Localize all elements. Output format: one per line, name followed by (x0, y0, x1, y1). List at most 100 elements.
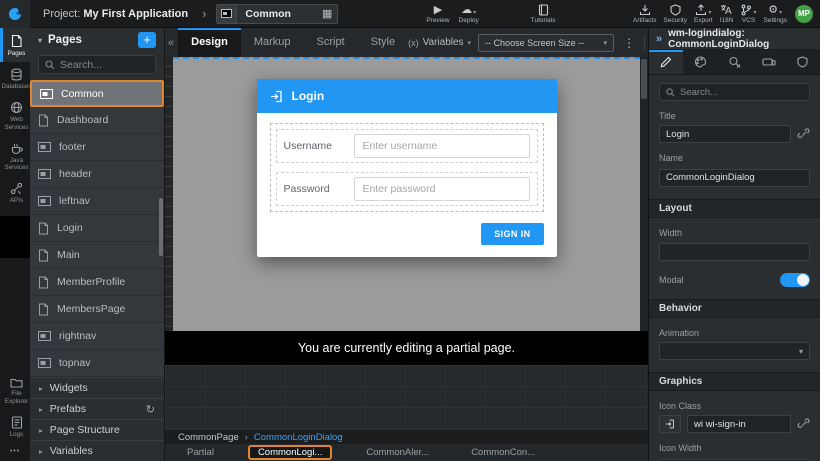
editor-area: « Design Markup Script Style (x) Variabl… (165, 28, 648, 461)
section-behavior: Behavior (649, 299, 820, 318)
tab-properties[interactable] (649, 50, 683, 74)
variables-button[interactable]: (x) Variables ▾ (408, 37, 471, 48)
sign-in-button[interactable]: SIGN IN (481, 223, 543, 245)
caret-right-icon: ▸ (39, 405, 43, 414)
page-item-login[interactable]: Login (30, 215, 164, 242)
dialog-footer: SIGN IN (257, 212, 557, 257)
deploy-button[interactable]: ☁▾ Deploy (459, 0, 479, 28)
grid-icon[interactable]: ▦ (322, 7, 337, 20)
username-label: Username (284, 140, 348, 152)
wavemaker-logo-icon[interactable] (0, 0, 30, 28)
more-options-icon[interactable]: ⋮ (621, 36, 637, 50)
export-button[interactable]: ▾ Export (694, 0, 713, 28)
shield-icon (670, 4, 681, 16)
bottom-tab-commonalertdialog[interactable]: CommonAler... (358, 446, 437, 459)
properties-search[interactable] (659, 83, 810, 101)
tab-styles[interactable] (683, 50, 717, 74)
bind-link-icon[interactable] (797, 418, 810, 431)
page-item-footer[interactable]: footer (30, 134, 164, 161)
rail-item-pages[interactable]: Pages (0, 28, 30, 62)
vcs-button[interactable]: ▾ VCS (740, 0, 756, 28)
page-item-common[interactable]: Common (30, 80, 164, 107)
tab-design[interactable]: Design (178, 28, 241, 57)
page-item-leftnav[interactable]: leftnav (30, 188, 164, 215)
caret-down-icon: ▾ (799, 347, 803, 356)
section-variables[interactable]: ▸ Variables (30, 440, 164, 461)
modal-field-label: Modal (659, 275, 684, 285)
tab-style[interactable]: Style (358, 28, 408, 57)
page-selector-dropdown[interactable]: Common ▦ (216, 4, 338, 24)
tutorials-button[interactable]: Tutorials (531, 0, 556, 28)
section-prefabs[interactable]: ▸ Prefabs ↻ (30, 398, 164, 419)
expand-panel-icon[interactable]: » (656, 33, 662, 45)
section-page-structure[interactable]: ▸ Page Structure (30, 419, 164, 440)
page-item-main[interactable]: Main (30, 242, 164, 269)
tab-markup[interactable]: Markup (241, 28, 304, 57)
preview-button[interactable]: ▶ Preview (426, 0, 449, 28)
tab-devices[interactable] (752, 50, 786, 74)
animation-field-label: Animation (659, 328, 810, 338)
bottom-tab-partial[interactable]: Partial (179, 446, 222, 459)
section-widgets[interactable]: ▸ Widgets (30, 377, 164, 398)
collapse-left-panel-icon[interactable]: « (165, 37, 178, 49)
caret-down-icon[interactable]: ▾ (38, 36, 42, 45)
username-form-row[interactable]: Username (276, 129, 538, 163)
screen-size-select[interactable]: -- Choose Screen Size -- ▾ (478, 34, 614, 52)
artifacts-button[interactable]: Artifacts (633, 0, 656, 28)
animation-select[interactable]: ▾ (659, 342, 810, 360)
width-field-label: Width (659, 228, 810, 238)
page-item-memberprofile[interactable]: MemberProfile (30, 269, 164, 296)
page-item-header[interactable]: header (30, 161, 164, 188)
settings-button[interactable]: ⚙▾ Settings (764, 0, 788, 28)
pages-search[interactable] (38, 55, 156, 74)
canvas-stage[interactable]: Login Username Password (173, 57, 640, 331)
i18n-button[interactable]: A I18N (720, 0, 734, 28)
pages-panel: ▾ Pages + Common Dashboard footer hea (30, 28, 165, 461)
pages-scrollbar-thumb[interactable] (159, 198, 163, 256)
dialog-header[interactable]: Login (257, 79, 557, 113)
page-item-memberspage[interactable]: MembersPage (30, 296, 164, 323)
tab-security[interactable] (786, 50, 820, 74)
bottom-tab-commonlogindialog[interactable]: CommonLogi... (248, 445, 332, 460)
bottom-tab-commonconfirmdialog[interactable]: CommonCon... (463, 446, 543, 459)
bind-link-icon[interactable] (797, 128, 810, 141)
rail-item-web-services[interactable]: Web Services (0, 95, 30, 135)
rail-more-icon[interactable]: ••• (0, 443, 30, 461)
rail-item-file-explorer[interactable]: File Explorer (0, 371, 30, 409)
properties-search-input[interactable] (680, 87, 803, 98)
chevron-right-icon: › (202, 6, 206, 21)
password-form-row[interactable]: Password (276, 172, 538, 206)
breadcrumb-parent[interactable]: CommonPage (178, 432, 239, 443)
icon-preview-box[interactable] (659, 415, 681, 433)
user-avatar[interactable]: MP (795, 5, 813, 23)
password-input[interactable] (354, 177, 530, 201)
canvas-scrollbar[interactable] (640, 57, 648, 331)
pages-search-input[interactable] (60, 59, 149, 71)
refresh-icon[interactable]: ↻ (146, 403, 155, 416)
page-item-topnav[interactable]: topnav (30, 350, 164, 377)
security-button[interactable]: Security (663, 0, 686, 28)
rail-item-logs[interactable]: Logs (0, 410, 30, 443)
name-field-input[interactable] (659, 169, 810, 187)
rail-item-apis[interactable]: APIs (0, 176, 30, 209)
add-page-button[interactable]: + (138, 32, 156, 48)
modal-row: Modal (659, 273, 810, 287)
canvas-grid-area[interactable] (165, 365, 648, 430)
gear-icon: ⚙ (768, 5, 778, 16)
title-field-input[interactable] (659, 125, 791, 143)
page-item-dashboard[interactable]: Dashboard (30, 107, 164, 134)
tab-script[interactable]: Script (304, 28, 358, 57)
caret-down-icon: ▾ (473, 10, 476, 16)
width-field-input[interactable] (659, 243, 810, 261)
rail-item-java-services[interactable]: Java Services (0, 136, 30, 176)
username-input[interactable] (354, 134, 530, 158)
icon-class-input[interactable] (687, 415, 791, 433)
breadcrumb-current[interactable]: CommonLoginDialog (254, 432, 343, 443)
rail-item-databases[interactable]: Databases (0, 62, 30, 95)
form-fields-container[interactable]: Username Password (270, 123, 544, 212)
page-item-rightnav[interactable]: rightnav (30, 323, 164, 350)
login-dialog-widget[interactable]: Login Username Password (257, 79, 557, 257)
tab-events[interactable] (717, 50, 751, 74)
partial-page-banner: You are currently editing a partial page… (165, 331, 648, 365)
modal-toggle[interactable] (780, 273, 810, 287)
